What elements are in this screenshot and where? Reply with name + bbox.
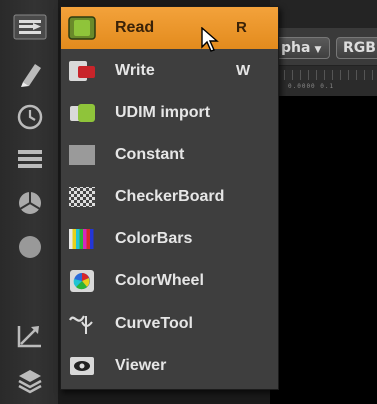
menu-item-write[interactable]: Write W bbox=[61, 50, 278, 92]
menu-item-label: UDIM import bbox=[115, 104, 211, 121]
menu-item-udim-import[interactable]: UDIM import bbox=[61, 92, 278, 134]
node-toolbar bbox=[0, 0, 58, 404]
curvetool-icon bbox=[68, 312, 96, 336]
constant-icon bbox=[68, 143, 96, 167]
menu-item-label: CurveTool bbox=[115, 315, 193, 332]
menu-item-label: ColorWheel bbox=[115, 272, 204, 289]
menu-item-label: Viewer bbox=[115, 357, 167, 374]
menu-item-checkerboard[interactable]: CheckerBoard bbox=[61, 176, 278, 218]
menu-item-label: Constant bbox=[115, 146, 185, 163]
menu-item-shortcut: R bbox=[236, 19, 247, 36]
checkerboard-icon bbox=[68, 185, 96, 209]
color-tool-icon[interactable] bbox=[8, 184, 52, 222]
viewer-title-strip bbox=[270, 0, 377, 28]
alpha-channel-label: pha bbox=[281, 40, 311, 56]
menu-item-colorbars[interactable]: ColorBars bbox=[61, 218, 278, 260]
menu-item-label: Read bbox=[115, 19, 155, 36]
chevron-down-icon: ▼ bbox=[314, 45, 322, 55]
paint-tool-icon[interactable] bbox=[8, 54, 52, 92]
merge-tool-icon[interactable] bbox=[8, 362, 52, 400]
menu-item-constant[interactable]: Constant bbox=[61, 134, 278, 176]
viewer-toolbar: pha ▼ RGB bbox=[270, 28, 377, 66]
menu-item-read[interactable]: Read R bbox=[61, 7, 278, 52]
ruler-track bbox=[276, 70, 377, 80]
menu-item-shortcut: W bbox=[236, 62, 251, 79]
colorbars-icon bbox=[68, 227, 96, 251]
rgb-channel-dropdown[interactable]: RGB bbox=[336, 37, 377, 59]
channel-tool-icon[interactable] bbox=[8, 140, 52, 178]
menu-item-label: ColorBars bbox=[115, 230, 193, 247]
filter-tool-icon[interactable] bbox=[8, 228, 52, 266]
transform-tool-icon[interactable] bbox=[8, 316, 52, 354]
write-icon bbox=[68, 59, 96, 83]
read-icon bbox=[68, 16, 96, 40]
menu-item-colorwheel[interactable]: ColorWheel bbox=[61, 260, 278, 302]
colorwheel-icon bbox=[68, 269, 96, 293]
viewer-icon bbox=[68, 354, 96, 378]
time-tool-icon[interactable] bbox=[8, 98, 52, 136]
viewer-ruler[interactable]: 0.0000 0.1 bbox=[270, 66, 377, 96]
viewer-canvas[interactable] bbox=[270, 96, 377, 404]
alpha-channel-dropdown[interactable]: pha ▼ bbox=[274, 37, 330, 59]
image-node-menu: Read R Write W UDIM import Constant Chec… bbox=[60, 6, 279, 390]
rgb-channel-label: RGB bbox=[343, 40, 376, 56]
udim-import-icon bbox=[68, 101, 96, 125]
ruler-numbers: 0.0000 0.1 bbox=[288, 83, 335, 90]
read-tool-icon[interactable] bbox=[8, 8, 52, 46]
menu-item-viewer[interactable]: Viewer bbox=[61, 345, 278, 387]
menu-item-label: CheckerBoard bbox=[115, 188, 225, 205]
menu-item-curvetool[interactable]: CurveTool bbox=[61, 303, 278, 345]
menu-item-label: Write bbox=[115, 62, 155, 79]
